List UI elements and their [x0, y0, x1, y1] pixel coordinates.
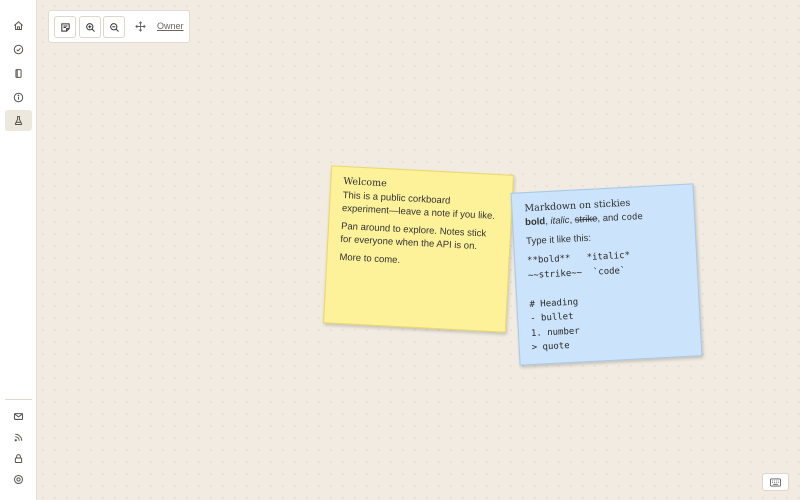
sidebar-divider — [5, 399, 32, 400]
home-icon — [14, 21, 23, 30]
keyboard-shortcuts-button[interactable] — [762, 473, 789, 491]
sidebar-item-settings[interactable] — [5, 469, 32, 490]
sidebar-item-mail[interactable] — [5, 406, 32, 427]
sticky-note-markdown[interactable]: Markdown on stickies bold, italic, strik… — [510, 183, 703, 366]
sidebar-item-lock[interactable] — [5, 448, 32, 469]
sidebar — [0, 0, 37, 500]
zoom-out-button[interactable] — [103, 16, 125, 38]
board-toolbar: Owner — [48, 10, 190, 43]
mail-icon — [13, 413, 24, 420]
sticky-paragraph: Pan around to explore. Notes stick for e… — [340, 220, 487, 252]
keyboard-icon — [770, 478, 781, 486]
book-icon — [15, 69, 22, 78]
flask-icon — [14, 115, 23, 126]
sticky-note-icon — [60, 22, 70, 32]
sticky-paragraph: More to come. — [339, 251, 401, 267]
lock-icon — [14, 454, 23, 464]
separator: , and — [597, 212, 622, 225]
zoom-out-icon — [109, 22, 119, 32]
sidebar-item-lab[interactable] — [5, 110, 32, 131]
rss-icon — [14, 433, 23, 442]
owner-link[interactable]: Owner — [157, 21, 184, 31]
bold-sample: bold — [524, 216, 546, 229]
sticky-instruction: Type it like this: — [525, 232, 592, 247]
add-sticky-button[interactable] — [54, 16, 76, 38]
italic-sample: italic — [550, 214, 570, 227]
zoom-in-icon — [85, 22, 95, 32]
sidebar-item-check[interactable] — [5, 39, 32, 60]
code-sample: code — [620, 212, 644, 224]
markdown-example-block: **bold** *italic* ~~strike~~ `code` ​ # Hea… — [527, 246, 689, 356]
sticky-paragraph: This is a public corkboard experiment—le… — [341, 189, 496, 222]
sidebar-item-home[interactable] — [5, 15, 32, 36]
settings-icon — [13, 474, 24, 485]
sidebar-item-info[interactable] — [5, 87, 32, 108]
zoom-in-button[interactable] — [79, 16, 101, 38]
sidebar-item-book[interactable] — [5, 63, 32, 84]
info-circle-icon — [13, 92, 24, 103]
strike-sample: strike — [574, 213, 598, 226]
move-icon[interactable] — [135, 21, 146, 32]
check-circle-icon — [13, 44, 24, 55]
sticky-note-welcome[interactable]: Welcome This is a public corkboard exper… — [322, 165, 515, 333]
sidebar-item-rss[interactable] — [5, 427, 32, 448]
